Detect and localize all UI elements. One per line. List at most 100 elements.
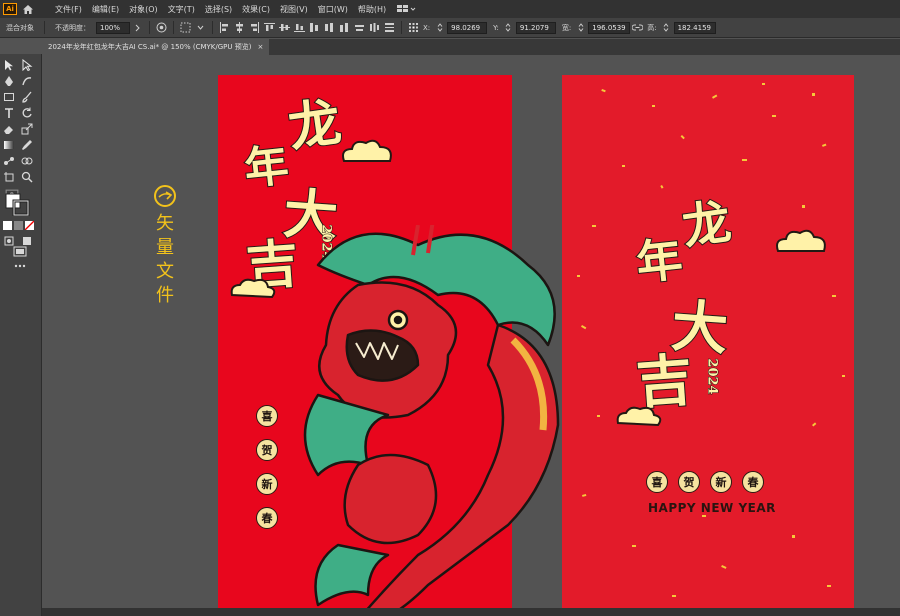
gradient-tool-icon[interactable] (2, 138, 16, 152)
align-left-icon[interactable] (219, 22, 230, 33)
recolor-icon[interactable] (156, 22, 167, 33)
badge-circle: 新 (710, 471, 732, 493)
illustrator-window: Ai 文件(F) 编辑(E) 对象(O) 文字(T) 选择(S) 效果(C) 视… (0, 0, 900, 616)
align-middle-icon[interactable] (279, 22, 290, 33)
distribute-top-icon[interactable] (309, 22, 320, 33)
align-top-icon[interactable] (264, 22, 275, 33)
curvature-tool-icon[interactable] (20, 74, 34, 88)
vector-file-label: 矢 量 文 件 (150, 185, 180, 307)
menu-object[interactable]: 对象(O) (124, 4, 163, 15)
badge-circle: 贺 (678, 471, 700, 493)
menu-select[interactable]: 选择(S) (200, 4, 237, 15)
blend-tool-icon[interactable] (2, 154, 16, 168)
stepper-icon[interactable] (661, 22, 672, 33)
badge-circle: 春 (256, 507, 278, 529)
type-tool-icon[interactable] (2, 106, 16, 120)
menu-window[interactable]: 窗口(W) (313, 4, 353, 15)
badge-circle: 喜 (646, 471, 668, 493)
menu-effect[interactable]: 效果(C) (237, 4, 275, 15)
status-bar (42, 608, 900, 616)
chevron-right-icon[interactable] (132, 22, 143, 33)
width-input[interactable]: 196.0539 (588, 21, 631, 34)
height-input[interactable]: 182.4159 (673, 21, 716, 34)
vector-label-char: 文 (156, 261, 174, 282)
eyedropper-tool-icon[interactable] (20, 138, 34, 152)
distribute-center-icon[interactable] (369, 22, 380, 33)
distribute-bottom-icon[interactable] (339, 22, 350, 33)
screen-mode-icon[interactable] (10, 244, 30, 260)
happy-new-year-text: HAPPY NEW YEAR (648, 501, 776, 515)
distribute-right-icon[interactable] (384, 22, 395, 33)
width-label: 宽: (561, 23, 572, 32)
close-icon[interactable]: × (257, 43, 263, 51)
document-tab[interactable]: 2024年龙年红包龙年大吉AI CS.ai* @ 150% (CMYK/GPU … (42, 39, 270, 55)
opacity-input[interactable]: 100% (96, 21, 130, 34)
divider (212, 21, 213, 34)
cloud-icon (342, 139, 392, 162)
align-grid-icon[interactable] (180, 22, 191, 33)
stepper-icon[interactable] (434, 22, 445, 33)
menu-file[interactable]: 文件(F) (50, 4, 87, 15)
menu-bar: Ai 文件(F) 编辑(E) 对象(O) 文字(T) 选择(S) 效果(C) 视… (0, 0, 900, 18)
fill-color-icon[interactable] (2, 220, 12, 230)
badge-circle: 贺 (256, 439, 278, 461)
canvas[interactable]: 矢 量 文 件 龙 年 大 吉 2024 喜 贺 新 春 龙 年 大 吉 202… (42, 55, 900, 616)
chevron-down-icon[interactable] (195, 22, 206, 33)
title-char: 年 (241, 139, 292, 196)
distribute-left-icon[interactable] (354, 22, 365, 33)
align-bottom-icon[interactable] (294, 22, 305, 33)
rotate-tool-icon[interactable] (20, 106, 34, 120)
distribute-middle-icon[interactable] (324, 22, 335, 33)
none-swatch-icon[interactable] (24, 220, 34, 230)
paintbrush-tool-icon[interactable] (20, 90, 34, 104)
opacity-label: 不透明度： (55, 23, 90, 32)
x-input[interactable]: 98.0269 (447, 21, 488, 34)
stepper-icon[interactable] (575, 22, 586, 33)
height-label: 高: (647, 23, 657, 32)
dragon-illustration[interactable] (298, 225, 588, 616)
selection-tool-icon[interactable] (2, 58, 16, 72)
cloud-icon (776, 229, 826, 252)
artboard-2[interactable]: 龙 年 大 吉 2024 喜 贺 新 春 HAPPY NEW YEAR (562, 75, 854, 616)
rectangle-tool-icon[interactable] (2, 90, 16, 104)
more-tools-icon[interactable] (10, 260, 30, 272)
stepper-icon[interactable] (503, 22, 514, 33)
align-center-icon[interactable] (234, 22, 245, 33)
menu-view[interactable]: 视图(V) (275, 4, 313, 15)
menu-help[interactable]: 帮助(H) (353, 4, 391, 15)
cloud-icon (230, 278, 276, 299)
y-input[interactable]: 91.2079 (515, 21, 556, 34)
menu-edit[interactable]: 编辑(E) (87, 4, 124, 15)
tools-panel: ? (0, 54, 42, 616)
transform-reference-icon[interactable] (408, 22, 419, 33)
link-icon[interactable] (632, 22, 644, 33)
year-text: 2024 (704, 358, 720, 395)
align-right-icon[interactable] (249, 22, 260, 33)
home-icon[interactable] (20, 2, 36, 16)
direct-selection-tool-icon[interactable] (20, 58, 34, 72)
zoom-tool-icon[interactable] (20, 170, 34, 184)
vector-label-char: 矢 (156, 213, 174, 234)
app-logo: Ai (3, 3, 17, 15)
shape-builder-tool-icon[interactable] (20, 154, 34, 168)
fill-stroke-swatch[interactable] (4, 192, 32, 216)
eraser-tool-icon[interactable] (2, 122, 16, 136)
arrow-icon (154, 185, 176, 207)
cloud-icon (616, 406, 662, 427)
workspace-switcher-icon[interactable] (397, 3, 419, 15)
gradient-swatch-icon[interactable] (13, 220, 23, 230)
badge-circle: 春 (742, 471, 764, 493)
artboard-tool-icon[interactable] (2, 170, 16, 184)
menu-type[interactable]: 文字(T) (163, 4, 200, 15)
pen-tool-icon[interactable] (2, 74, 16, 88)
document-tab-title: 2024年龙年红包龙年大吉AI CS.ai* @ 150% (CMYK/GPU … (48, 43, 252, 51)
title-char: 龙 (284, 91, 346, 161)
divider (44, 21, 45, 34)
badge-circle: 新 (256, 473, 278, 495)
y-label: Y: (493, 23, 499, 32)
scale-tool-icon[interactable] (20, 122, 34, 136)
badge-circle: 喜 (256, 405, 278, 427)
title-char: 龙 (678, 193, 735, 257)
divider (173, 21, 174, 34)
divider (149, 21, 150, 34)
